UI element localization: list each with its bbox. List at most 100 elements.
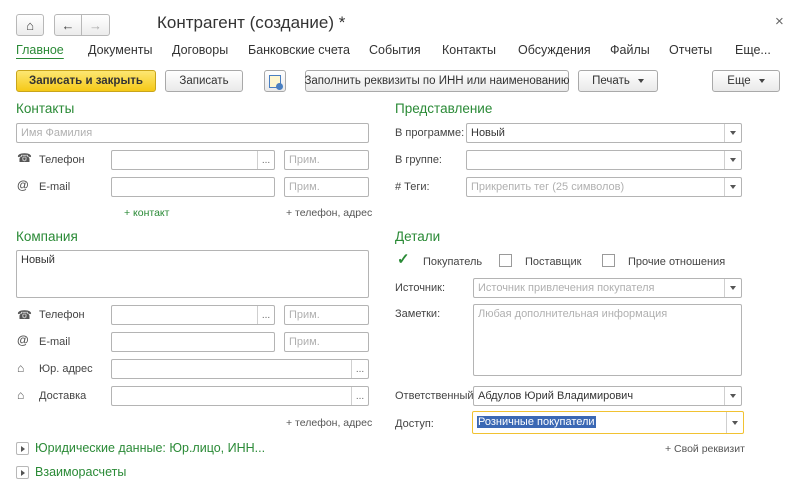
chevron-down-icon: [758, 79, 765, 83]
dropdown-button[interactable]: [724, 124, 741, 142]
company-email-input[interactable]: [111, 332, 275, 352]
settlements-group-title[interactable]: Взаиморасчеты: [35, 465, 126, 479]
legal-address-input[interactable]: ...: [111, 359, 369, 379]
window-title: Контрагент (создание) *: [157, 13, 346, 32]
contact-phone-label: Телефон: [39, 154, 85, 166]
dropdown-button[interactable]: [724, 279, 741, 297]
at-sign-icon: @: [17, 178, 29, 192]
chevron-down-icon: [730, 394, 736, 398]
representation-heading: Представление: [395, 101, 493, 116]
chevron-right-icon: [20, 445, 25, 452]
section-tabs: Главное Документы Договоры Банковские сч…: [16, 43, 780, 61]
back-button[interactable]: ←: [54, 14, 82, 36]
print-button[interactable]: Печать: [578, 70, 658, 92]
tab-discussions[interactable]: Обсуждения: [518, 43, 591, 57]
tab-more[interactable]: Еще...: [735, 43, 771, 57]
ellipsis-icon[interactable]: ...: [351, 387, 368, 405]
contact-phone-note-input[interactable]: Прим.: [284, 150, 369, 170]
chevron-down-icon: [637, 79, 644, 83]
company-email-note-input[interactable]: Прим.: [284, 332, 369, 352]
settlements-expander[interactable]: [16, 466, 29, 479]
forward-button[interactable]: →: [81, 14, 110, 36]
close-icon[interactable]: ×: [775, 13, 784, 30]
tags-placeholder: Прикрепить тег (25 символов): [471, 181, 625, 193]
add-phone-address-link[interactable]: + телефон, адрес: [286, 207, 372, 219]
company-name-textarea[interactable]: Новый: [16, 250, 369, 298]
dropdown-button[interactable]: [724, 387, 741, 405]
tab-main[interactable]: Главное: [16, 43, 64, 57]
details-heading: Детали: [395, 229, 441, 244]
source-select[interactable]: Источник привлечения покупателя: [473, 278, 742, 298]
tab-files[interactable]: Файлы: [610, 43, 650, 57]
notes-label: Заметки:: [395, 308, 441, 320]
more-button[interactable]: Еще: [712, 70, 780, 92]
company-phone-note-input[interactable]: Прим.: [284, 305, 369, 325]
fill-by-inn-button[interactable]: Заполнить реквизиты по ИНН или наименова…: [304, 70, 570, 92]
company-add-phone-address-link[interactable]: + телефон, адрес: [286, 417, 372, 429]
company-phone-input[interactable]: ...: [111, 305, 275, 325]
dropdown-button[interactable]: [726, 412, 743, 433]
tab-documents[interactable]: Документы: [88, 43, 152, 57]
in-program-value: Новый: [471, 127, 505, 139]
attach-button[interactable]: [264, 70, 286, 92]
tab-contracts[interactable]: Договоры: [172, 43, 228, 57]
building-icon: ⌂: [17, 361, 25, 375]
buyer-checkbox[interactable]: ✓: [397, 251, 410, 268]
in-program-select[interactable]: Новый: [466, 123, 742, 143]
contact-name-input[interactable]: Имя Фамилия: [16, 123, 369, 143]
contact-email-label: E-mail: [39, 181, 71, 193]
notes-textarea[interactable]: Любая дополнительная информация: [473, 304, 742, 376]
phone-icon: ☎: [17, 308, 32, 322]
phone-icon: ☎: [17, 151, 32, 165]
company-email-label: E-mail: [39, 336, 71, 348]
ellipsis-icon[interactable]: ...: [257, 151, 274, 169]
buyer-label: Покупатель: [423, 256, 483, 268]
arrow-left-icon: ←: [61, 17, 75, 33]
legal-data-expander[interactable]: [16, 442, 29, 455]
tab-reports[interactable]: Отчеты: [669, 43, 712, 57]
arrow-right-icon: →: [89, 17, 102, 33]
ellipsis-icon[interactable]: ...: [351, 360, 368, 378]
contact-phone-input[interactable]: ...: [111, 150, 275, 170]
responsible-select[interactable]: Абдулов Юрий Владимирович: [473, 386, 742, 406]
ellipsis-icon[interactable]: ...: [257, 306, 274, 324]
dropdown-button[interactable]: [724, 151, 741, 169]
tags-select[interactable]: Прикрепить тег (25 символов): [466, 177, 742, 197]
save-and-close-button[interactable]: Записать и закрыть: [16, 70, 156, 92]
delivery-address-input[interactable]: ...: [111, 386, 369, 406]
responsible-label: Ответственный:: [395, 390, 477, 402]
contact-email-note-input[interactable]: Прим.: [284, 177, 369, 197]
legal-data-group-title[interactable]: Юридические данные: Юр.лицо, ИНН...: [35, 441, 265, 455]
legal-address-label: Юр. адрес: [39, 363, 93, 375]
in-group-select[interactable]: [466, 150, 742, 170]
add-custom-requisite-link[interactable]: + Свой реквизит: [665, 443, 745, 455]
other-relations-checkbox[interactable]: [602, 254, 615, 267]
tab-contacts[interactable]: Контакты: [442, 43, 496, 57]
tab-events[interactable]: События: [369, 43, 421, 57]
add-contact-link[interactable]: + контакт: [124, 207, 169, 219]
delivery-address-label: Доставка: [39, 390, 87, 402]
other-relations-label: Прочие отношения: [628, 256, 726, 268]
contacts-heading: Контакты: [16, 101, 75, 116]
home-button[interactable]: ⌂: [16, 14, 44, 36]
contact-email-input[interactable]: [111, 177, 275, 197]
access-label: Доступ:: [395, 418, 434, 430]
more-label: Еще: [727, 75, 751, 87]
print-label: Печать: [592, 75, 630, 87]
in-group-label: В группе:: [395, 154, 442, 166]
home-icon: ⌂: [26, 17, 34, 33]
tags-label: # Теги:: [395, 181, 430, 193]
access-value: Розничные покупатели: [477, 416, 596, 428]
document-icon: [269, 74, 283, 90]
chevron-down-icon: [730, 286, 736, 290]
chevron-down-icon: [730, 131, 736, 135]
source-placeholder: Источник привлечения покупателя: [478, 282, 655, 294]
tab-bank-accounts[interactable]: Банковские счета: [248, 43, 350, 57]
company-phone-label: Телефон: [39, 309, 85, 321]
save-button[interactable]: Записать: [165, 70, 243, 92]
responsible-value: Абдулов Юрий Владимирович: [478, 390, 634, 402]
supplier-checkbox[interactable]: [499, 254, 512, 267]
dropdown-button[interactable]: [724, 178, 741, 196]
at-sign-icon: @: [17, 333, 29, 347]
access-select[interactable]: Розничные покупатели: [472, 411, 744, 434]
